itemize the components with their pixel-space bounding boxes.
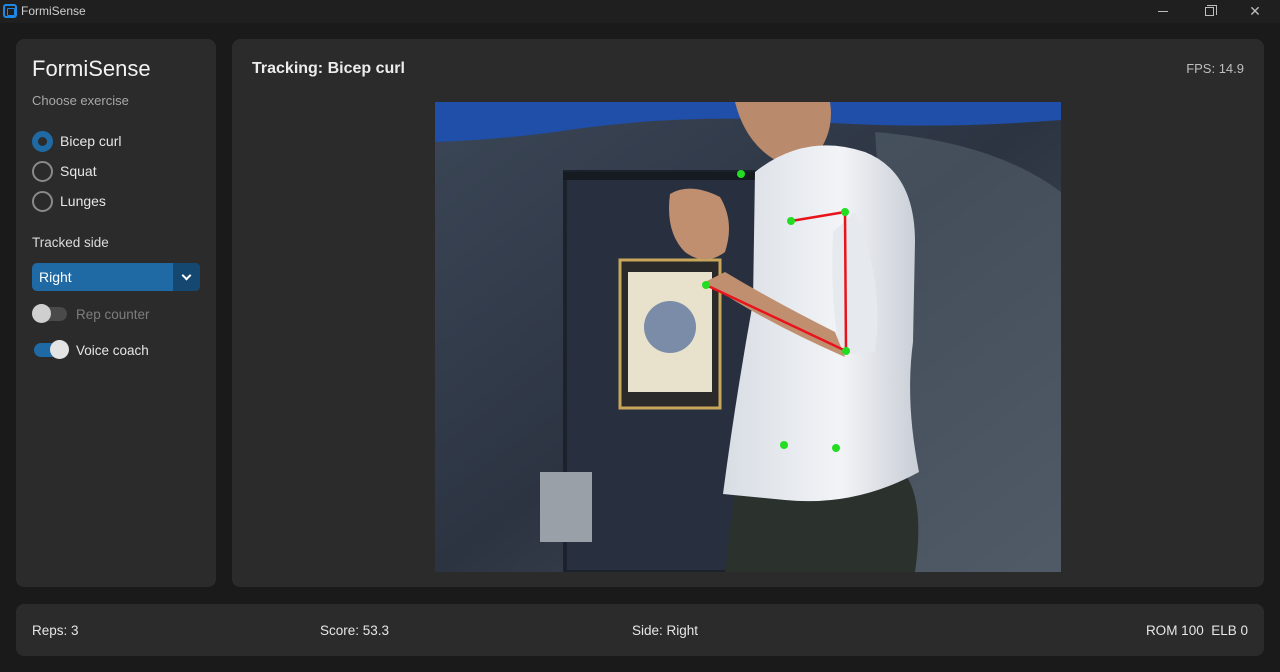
select-value[interactable]: Right	[32, 263, 173, 291]
window-title: FormiSense	[21, 4, 86, 18]
keypoint-wrist	[702, 281, 710, 289]
keypoint-nose	[737, 170, 745, 178]
chevron-down-icon	[181, 270, 192, 280]
minimize-button[interactable]	[1140, 0, 1186, 23]
keypoint-elbow	[842, 347, 850, 355]
radio-label: Lunges	[60, 193, 106, 209]
toggle-label: Rep counter	[76, 306, 150, 322]
radio-squat[interactable]: Squat	[32, 160, 97, 182]
tracked-side-select[interactable]: Right	[32, 263, 200, 291]
poster-figure	[644, 301, 696, 353]
radio-bicep-curl[interactable]: Bicep curl	[32, 130, 121, 152]
keypoint-right-shoulder	[841, 208, 849, 216]
radio-label: Bicep curl	[60, 133, 122, 149]
score-readout: Score: 53.3	[320, 623, 390, 638]
door-latch	[540, 472, 592, 542]
maximize-button[interactable]	[1186, 0, 1232, 23]
keypoint-left-hip	[780, 441, 788, 449]
brand-title: FormiSense	[32, 56, 151, 81]
app-logo-icon	[3, 4, 17, 18]
status-bar: Reps: 3 Score: 53.3 Side: Right ROM 100 …	[16, 604, 1264, 656]
maximize-icon	[1204, 5, 1217, 16]
toggle-knob	[50, 340, 69, 359]
radio-button-checked[interactable]	[32, 130, 53, 152]
rep-counter-switch[interactable]: Rep counter	[32, 304, 150, 324]
close-icon: ✕	[1249, 3, 1261, 19]
dropdown-button[interactable]	[173, 263, 200, 291]
side-readout: Side: Right	[632, 623, 699, 638]
camera-feed	[435, 102, 1061, 572]
title-bar: FormiSense ✕	[0, 0, 1280, 23]
main-panel: Tracking: Bicep curl FPS: 14.9	[232, 39, 1264, 587]
sidebar: FormiSense Choose exercise Bicep curl Sq…	[16, 39, 216, 587]
keypoint-left-shoulder	[787, 217, 795, 225]
radio-label: Squat	[60, 163, 97, 179]
fps-readout: FPS: 14.9	[1186, 61, 1244, 76]
tracking-title: Tracking: Bicep curl	[252, 60, 405, 77]
toggle-knob	[32, 304, 51, 323]
keypoint-right-hip	[832, 444, 840, 452]
minimize-icon	[1158, 11, 1168, 12]
radio-lunges[interactable]: Lunges	[32, 190, 106, 212]
reps-readout: Reps: 3	[32, 623, 79, 638]
choose-exercise-label: Choose exercise	[32, 93, 129, 108]
toggle-label: Voice coach	[76, 342, 149, 358]
metrics-readout: ROM 100 ELB 0	[1145, 623, 1248, 638]
radio-button[interactable]	[32, 190, 53, 212]
voice-coach-switch[interactable]: Voice coach	[34, 340, 149, 360]
radio-button[interactable]	[32, 160, 53, 182]
toggle-track[interactable]	[34, 340, 69, 359]
close-button[interactable]: ✕	[1232, 0, 1278, 23]
toggle-track[interactable]	[32, 304, 67, 323]
tracked-side-label: Tracked side	[32, 235, 109, 250]
skeleton-line-upper-arm	[843, 211, 848, 352]
camera-frame	[435, 102, 1061, 572]
